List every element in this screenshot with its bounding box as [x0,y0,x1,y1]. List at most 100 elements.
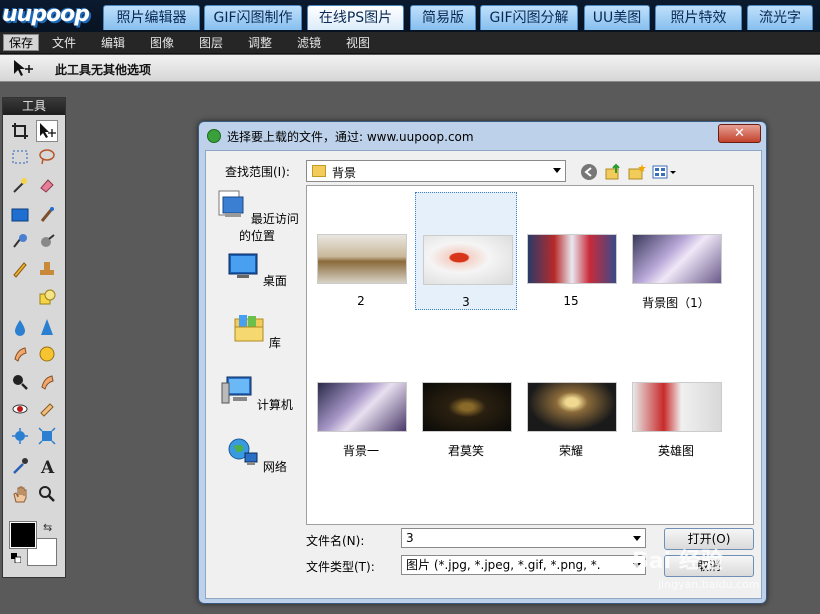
look-in-dropdown[interactable]: 背景 [306,160,566,182]
sponge-tool-icon[interactable] [36,343,58,365]
menu-image[interactable]: 图像 [145,35,179,52]
tab-gif-split[interactable]: GIF闪图分解 [480,5,578,30]
file-label: 3 [462,295,470,309]
recent-places-icon [218,190,244,217]
file-list: 2 3 15 背景图（1） 背景一 君莫笑 荣耀 英雄图 [306,185,754,525]
watermark-sub: jingyan.baidu.com [658,578,760,591]
tab-uu-meitu[interactable]: UU美图 [584,5,650,30]
close-button[interactable]: ✕ [718,124,761,143]
menu-bar: 保存 文件 编辑 图像 图层 调整 滤镜 视图 [0,32,820,54]
dialog-title: 选择要上载的文件，通过: www.uupoop.com [227,130,474,144]
clone-stamp-tool-icon[interactable] [9,231,31,253]
pinch-tool-icon[interactable] [36,425,58,447]
up-folder-icon[interactable] [604,163,622,181]
menu-edit[interactable]: 编辑 [96,35,130,52]
network-icon [228,438,258,465]
hand-tool-icon[interactable] [9,483,31,505]
tab-gif-maker[interactable]: GIF闪图制作 [204,5,302,30]
magic-wand-icon[interactable] [9,174,31,196]
place-library-label: 库 [268,336,281,350]
filename-input[interactable]: 3 [401,528,646,548]
file-item[interactable]: 2 [310,192,412,310]
zoom-tool-icon[interactable] [36,483,58,505]
eraser-tool-icon[interactable] [36,174,58,196]
filetype-value: 图片 (*.jpg, *.jpeg, *.gif, *.png, *. [406,558,601,572]
top-nav-bar: uupoop 照片编辑器 GIF闪图制作 在线PS图片 简易版 GIF闪图分解 … [0,0,820,32]
file-thumbnail [527,382,617,432]
menu-view[interactable]: 视图 [341,35,375,52]
chevron-down-icon [633,536,641,541]
blur-tool-icon[interactable] [9,316,31,338]
swap-colors-icon[interactable]: ⇆ [43,521,52,534]
marquee-tool-icon[interactable] [9,146,31,168]
file-item[interactable]: 君莫笑 [415,340,517,458]
look-in-label: 查找范围(I): [225,165,290,179]
file-label: 君莫笑 [447,444,484,458]
brush-tool-icon[interactable] [36,204,58,226]
tab-photo-editor[interactable]: 照片编辑器 [103,5,200,30]
app-logo[interactable]: uupoop [2,2,94,28]
chevron-down-icon [553,168,561,173]
file-thumbnail [527,234,617,284]
tab-simple[interactable]: 简易版 [410,5,476,30]
shape-tool-icon[interactable] [36,286,58,308]
desktop-icon [228,253,258,278]
library-icon [234,315,264,342]
tab-photo-effects[interactable]: 照片特效 [655,5,742,30]
place-network[interactable]: 网络 [211,437,303,475]
bloat-tool-icon[interactable] [9,425,31,447]
view-menu-icon[interactable] [652,163,678,181]
place-library[interactable]: 库 [211,313,303,351]
lasso-tool-icon[interactable] [36,146,58,168]
options-text: 此工具无其他选项 [55,63,152,77]
foreground-color-swatch[interactable] [9,521,37,549]
file-item[interactable]: 荣耀 [520,340,622,458]
replace-color-tool-icon[interactable] [36,231,58,253]
reset-colors-icon[interactable] [11,553,21,563]
pencil-tool-icon[interactable] [9,258,31,280]
file-item[interactable]: 15 [520,192,622,310]
text-tool-icon[interactable]: A [36,455,58,477]
file-thumbnail [632,234,722,284]
options-bar: 此工具无其他选项 [0,55,820,82]
file-thumbnail [632,382,722,432]
new-folder-icon[interactable] [628,163,646,181]
filetype-dropdown[interactable]: 图片 (*.jpg, *.jpeg, *.gif, *.png, *. [401,555,646,575]
place-recent[interactable]: 最近访问的位置 [211,189,303,244]
file-label: 背景图（1） [642,296,710,310]
file-item[interactable]: 英雄图 [625,340,727,458]
place-computer-label: 计算机 [256,398,293,412]
menu-layer[interactable]: 图层 [194,35,228,52]
tab-light-text[interactable]: 流光字 [747,5,813,30]
smudge-tool-icon[interactable] [9,343,31,365]
tools-panel: 工具 A ⇆ [2,97,66,578]
look-in-value: 背景 [332,166,357,180]
stamp-tool-icon[interactable] [36,258,58,280]
move-tool-icon[interactable] [36,120,58,142]
place-network-label: 网络 [262,460,287,474]
file-item-selected[interactable]: 3 [415,192,517,310]
burn-tool-icon[interactable] [36,371,58,393]
file-item[interactable]: 背景一 [310,340,412,458]
menu-file[interactable]: 文件 [47,35,81,52]
menu-save[interactable]: 保存 [3,34,40,51]
crop-tool-icon[interactable] [9,120,31,142]
place-desktop[interactable]: 桌面 [211,251,303,289]
file-item[interactable]: 背景图（1） [625,192,727,310]
file-label: 15 [563,294,579,308]
place-computer[interactable]: 计算机 [211,375,303,413]
file-label: 荣耀 [558,444,583,458]
tab-online-ps[interactable]: 在线PS图片 [307,5,404,30]
menu-adjust[interactable]: 调整 [243,35,277,52]
menu-filter[interactable]: 滤镜 [292,35,326,52]
fill-rect-tool-icon[interactable] [9,204,31,226]
dodge-tool-icon[interactable] [9,371,31,393]
color-picker-tool-icon[interactable] [9,455,31,477]
file-label: 2 [357,294,365,308]
red-eye-tool-icon[interactable] [9,398,31,420]
file-thumbnail [423,235,513,285]
sharpen-tool-icon[interactable] [36,316,58,338]
folder-icon [312,165,326,177]
spot-heal-tool-icon[interactable] [36,398,58,420]
back-icon[interactable] [580,163,598,181]
